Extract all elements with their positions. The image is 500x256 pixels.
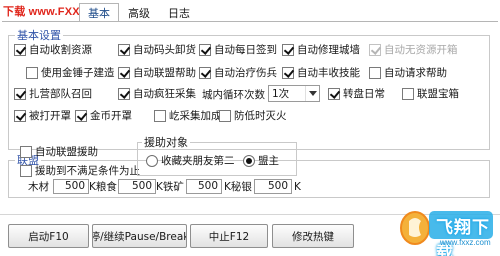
checkbox-fire-extinguish[interactable]	[219, 110, 231, 122]
checkbox-gather-boost[interactable]	[154, 110, 166, 122]
option-label: 自动请求帮助	[384, 67, 447, 79]
radio-dot-leader[interactable]	[243, 154, 255, 167]
resource-label-mithril: K秘银	[224, 181, 252, 193]
checkbox-daily-signin[interactable]	[199, 44, 211, 56]
option-label: 自动治疗伤兵	[214, 67, 277, 79]
resource-label-iron: K铁矿	[156, 181, 184, 193]
option-aid-until-shortfall[interactable]: 援助到不满足条件为止	[20, 165, 140, 177]
option-gold-shield[interactable]: 金币开罩	[75, 110, 132, 122]
checkbox-shield-when-attacked[interactable]	[14, 110, 26, 122]
resource-input-wood[interactable]: 500	[53, 179, 89, 194]
option-label: 转盘日常	[343, 88, 385, 100]
option-alliance-help[interactable]: 自动联盟帮助	[118, 67, 196, 79]
checkbox-alliance-help[interactable]	[118, 67, 130, 79]
resource-unit-label: K	[294, 181, 301, 193]
resource-input-food[interactable]: 500	[118, 179, 156, 194]
loop-count-value: 1次	[272, 88, 290, 100]
option-heal-wounded[interactable]: 自动治疗伤兵	[199, 67, 277, 79]
radio-label: 盟主	[258, 155, 279, 167]
option-dock-unload[interactable]: 自动码头卸货	[118, 44, 196, 56]
checkbox-repair-wall[interactable]	[282, 44, 294, 56]
checkbox-harvest-skill[interactable]	[282, 67, 294, 79]
site-logo-url: www.fxxz.com	[440, 238, 491, 247]
option-label: 自动无资源开箱	[384, 44, 458, 56]
option-label: 自动码头卸货	[133, 44, 196, 56]
option-label: 联盟宝箱	[417, 88, 459, 100]
option-repair-wall[interactable]: 自动修理城墙	[282, 44, 360, 56]
option-frenzy-gather[interactable]: 自动疯狂采集	[118, 88, 196, 100]
checkbox-dock-unload[interactable]	[118, 44, 130, 56]
checkbox-heal-wounded[interactable]	[199, 67, 211, 79]
checkbox-wheel-daily[interactable]	[328, 88, 340, 100]
chevron-down-icon[interactable]	[305, 86, 319, 101]
option-gather-boost[interactable]: 屹采集加成	[154, 110, 222, 122]
option-label: 自动丰收技能	[297, 67, 360, 79]
loop-count-select[interactable]: 1次	[268, 85, 320, 102]
option-label: 被打开罩	[29, 110, 71, 122]
hotkey-button[interactable]: 修改热键	[272, 224, 354, 248]
option-label: 屹采集加成	[169, 110, 222, 122]
checkbox-open-chest[interactable]	[369, 44, 381, 56]
option-label: 自动疯狂采集	[133, 88, 196, 100]
aid-target-title: 援助对象	[142, 136, 190, 149]
start-button[interactable]: 启动F10	[8, 224, 89, 248]
resource-input-mithril[interactable]: 500	[254, 179, 292, 194]
option-auto-harvest[interactable]: 自动收割资源	[14, 44, 92, 56]
checkbox-gold-hammer[interactable]	[26, 67, 38, 79]
pause-resume-button[interactable]: 停/继续Pause/Break	[92, 224, 187, 248]
checkbox-auto-alliance-aid[interactable]	[20, 146, 32, 158]
radio-dot-favorites-second[interactable]	[146, 154, 158, 167]
option-harvest-skill[interactable]: 自动丰收技能	[282, 67, 360, 79]
option-fire-extinguish[interactable]: 防低时灭火	[219, 110, 287, 122]
option-alliance-chest[interactable]: 联盟宝箱	[402, 88, 459, 100]
option-open-chest[interactable]: 自动无资源开箱	[369, 44, 458, 56]
checkbox-recall-troops[interactable]	[14, 88, 26, 100]
option-label: 金币开罩	[90, 110, 132, 122]
radio-favorites-second[interactable]: 收藏夹朋友第二	[146, 153, 235, 168]
checkbox-alliance-chest[interactable]	[402, 88, 414, 100]
tab-log[interactable]: 日志	[159, 4, 199, 22]
resource-input-iron[interactable]: 500	[186, 179, 222, 194]
tab-bar: 基本 高级 日志	[79, 3, 199, 22]
option-label: 扎营部队召回	[29, 88, 92, 100]
loop-count-label: 城内循环次数	[202, 89, 265, 101]
option-label: 援助到不满足条件为止	[35, 165, 140, 177]
option-label: 自动收割资源	[29, 44, 92, 56]
option-label: 自动每日签到	[214, 44, 277, 56]
tab-advanced[interactable]: 高级	[119, 4, 159, 22]
checkbox-aid-until-shortfall[interactable]	[20, 165, 32, 177]
option-recall-troops[interactable]: 扎营部队召回	[14, 88, 92, 100]
basic-settings-title: 基本设置	[15, 29, 63, 42]
checkbox-auto-harvest[interactable]	[14, 44, 26, 56]
basic-settings-group: 基本设置 自动收割资源 自动码头卸货 自动每日签到 自动修理城墙 自动无资源开箱…	[8, 29, 490, 150]
option-label: 自动修理城墙	[297, 44, 360, 56]
option-label: 自动联盟援助	[35, 146, 98, 158]
radio-leader[interactable]: 盟主	[243, 153, 279, 168]
option-label: 防低时灭火	[234, 110, 287, 122]
tab-basic[interactable]: 基本	[79, 3, 119, 22]
site-logo-text: 飞翔下载	[436, 218, 490, 256]
checkbox-gold-shield[interactable]	[75, 110, 87, 122]
resource-label-wood: 木材	[28, 181, 49, 193]
option-request-help[interactable]: 自动请求帮助	[369, 67, 447, 79]
aid-target-group: 援助对象 收藏夹朋友第二 盟主	[137, 136, 297, 176]
option-daily-signin[interactable]: 自动每日签到	[199, 44, 277, 56]
option-wheel-daily[interactable]: 转盘日常	[328, 88, 385, 100]
radio-label: 收藏夹朋友第二	[161, 155, 235, 167]
option-label: 自动联盟帮助	[133, 67, 196, 79]
checkbox-frenzy-gather[interactable]	[118, 88, 130, 100]
option-label: 使用金锤子建造	[41, 67, 115, 79]
stop-button[interactable]: 中止F12	[190, 224, 268, 248]
checkbox-request-help[interactable]	[369, 67, 381, 79]
resource-label-food: K粮食	[89, 181, 117, 193]
tab-divider	[2, 21, 498, 22]
option-shield-when-attacked[interactable]: 被打开罩	[14, 110, 71, 122]
option-auto-alliance-aid[interactable]: 自动联盟援助	[20, 146, 98, 158]
option-gold-hammer[interactable]: 使用金锤子建造	[26, 67, 115, 79]
